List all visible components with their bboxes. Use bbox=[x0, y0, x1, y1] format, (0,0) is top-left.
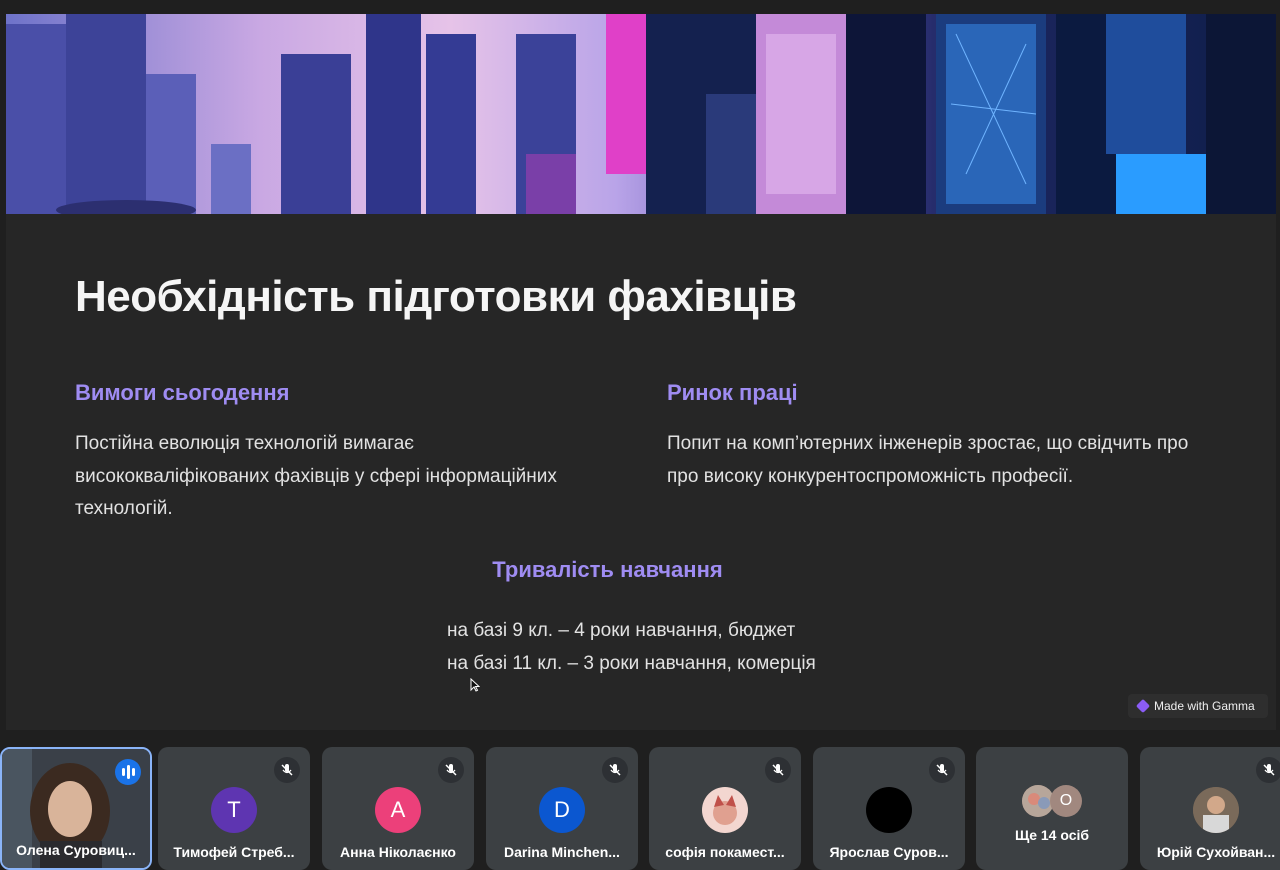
participant-name: Олена Суровиц... bbox=[16, 842, 136, 858]
more-participants-label: Ще 14 осіб bbox=[1014, 827, 1090, 843]
gamma-logo-icon bbox=[1135, 698, 1151, 714]
participant-name: софія покамест... bbox=[665, 844, 785, 860]
speaking-indicator-icon bbox=[115, 759, 141, 785]
participant-tile[interactable]: Олена Суровиц... bbox=[0, 747, 152, 870]
text-line: на базі 11 кл. – 3 роки навчання, комерц… bbox=[447, 652, 816, 674]
slide-title: Необхідність підготовки фахівців bbox=[75, 272, 797, 321]
text-line: про високу конкурентоспроможність профес… bbox=[667, 465, 1074, 487]
participant-tile[interactable]: софія покамест... bbox=[649, 747, 801, 870]
section-heading-requirements: Вимоги сьогодення bbox=[75, 380, 290, 405]
mouse-cursor-icon bbox=[470, 678, 480, 692]
avatar bbox=[866, 787, 912, 833]
made-with-gamma-badge[interactable]: Made with Gamma bbox=[1128, 694, 1268, 718]
mic-off-icon bbox=[602, 757, 628, 783]
text-line: висококваліфікованих фахівців у сфері ін… bbox=[75, 465, 557, 487]
section-heading-duration: Тривалість навчання bbox=[492, 557, 723, 582]
section-heading-labor-market: Ринок праці bbox=[667, 380, 798, 405]
section-text-duration: на базі 9 кл. – 4 роки навчання, бюджет … bbox=[447, 615, 867, 680]
participant-name: Тимофей Стреб... bbox=[173, 844, 295, 860]
section-text-requirements: Постійна еволюція технологій вимагає вис… bbox=[75, 428, 595, 526]
text-line: Постійна еволюція технологій вимагає bbox=[75, 433, 415, 454]
mic-off-icon bbox=[765, 757, 791, 783]
avatar: Т bbox=[211, 787, 257, 833]
participant-name: Darina Minchen... bbox=[504, 844, 620, 860]
participant-tile[interactable]: Ярослав Суров... bbox=[813, 747, 965, 870]
section-text-labor-market: Попит на комп’ютерних інженерів зростає,… bbox=[667, 428, 1227, 493]
badge-label: Made with Gamma bbox=[1154, 699, 1255, 713]
participant-tile[interactable]: Т Тимофей Стреб... bbox=[158, 747, 310, 870]
mic-off-icon bbox=[438, 757, 464, 783]
participant-name: Анна Ніколаєнко bbox=[340, 844, 456, 860]
text-line: технологій. bbox=[75, 498, 173, 519]
participant-strip: Олена Суровиц... Т Тимофей Стреб... А Ан… bbox=[0, 742, 1280, 870]
mic-off-icon bbox=[274, 757, 300, 783]
participant-name: Юрій Сухойван... bbox=[1156, 844, 1276, 860]
avatar: А bbox=[375, 787, 421, 833]
participant-tile[interactable]: А Анна Ніколаєнко bbox=[322, 747, 474, 870]
avatar bbox=[1193, 787, 1239, 833]
participant-name: Ярослав Суров... bbox=[829, 844, 949, 860]
more-participants-tile[interactable]: О Ще 14 осіб bbox=[976, 747, 1128, 870]
text-line: Попит на комп’ютерних інженерів зростає,… bbox=[667, 433, 1189, 454]
avatar bbox=[702, 787, 748, 833]
participant-tile[interactable]: D Darina Minchen... bbox=[486, 747, 638, 870]
presentation-slide: Необхідність підготовки фахівців Вимоги … bbox=[6, 14, 1276, 730]
mic-off-icon bbox=[929, 757, 955, 783]
avatar: О bbox=[1050, 785, 1082, 817]
participant-tile[interactable]: Юрій Сухойван... bbox=[1140, 747, 1280, 870]
avatar: D bbox=[539, 787, 585, 833]
slide-hero-image bbox=[6, 14, 1276, 214]
mic-off-icon bbox=[1256, 757, 1280, 783]
text-line: на базі 9 кл. – 4 роки навчання, бюджет bbox=[447, 620, 796, 641]
